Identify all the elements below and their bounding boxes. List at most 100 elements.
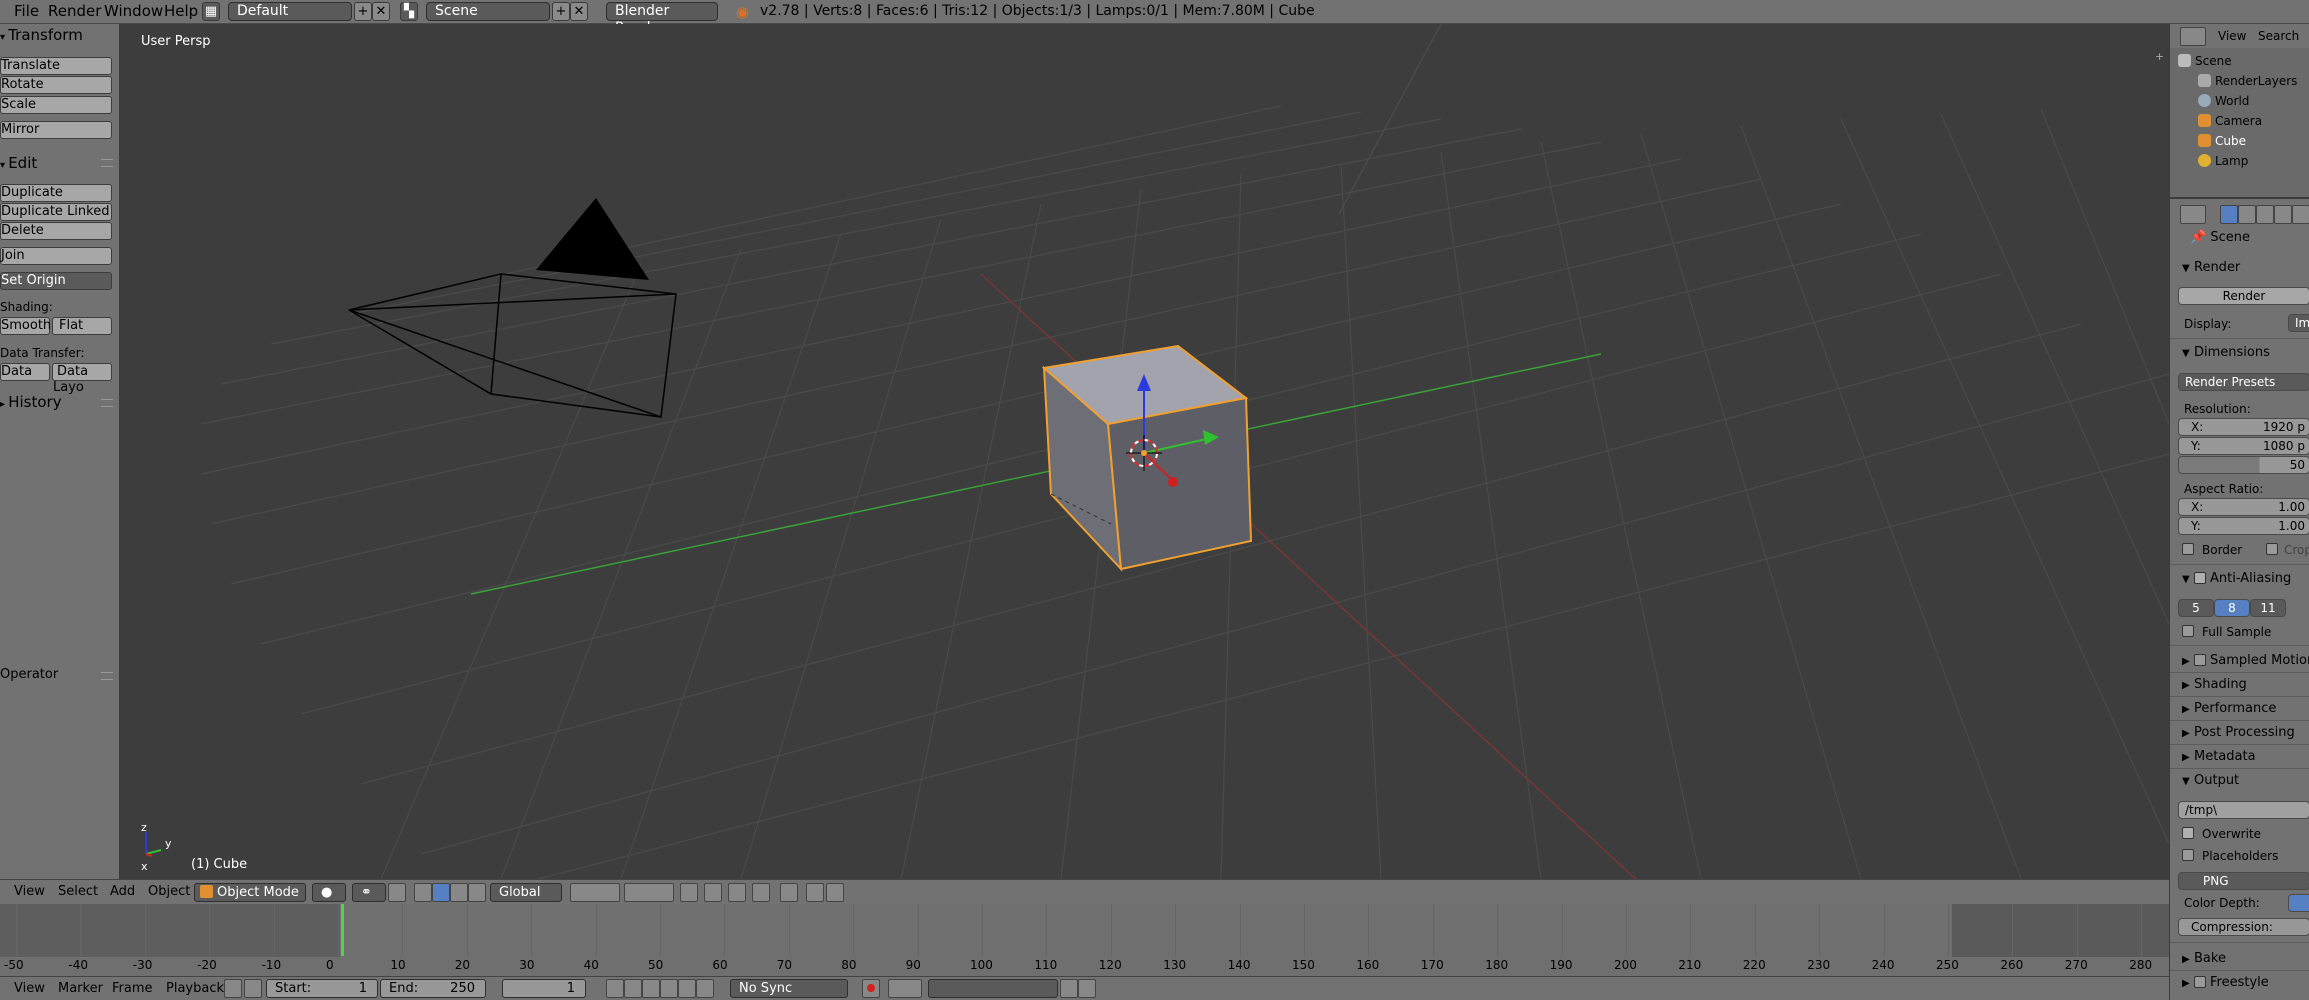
file-format-select[interactable]: PNG bbox=[2178, 872, 2309, 890]
proportional-edit-icon[interactable] bbox=[704, 883, 722, 902]
preview-range-icon[interactable] bbox=[224, 979, 242, 998]
opengl-anim-render-icon[interactable] bbox=[806, 883, 824, 902]
jump-start-icon[interactable] bbox=[606, 979, 624, 998]
current-frame-field[interactable]: 1 bbox=[502, 979, 586, 998]
resolution-y-field[interactable]: Y: 1080 p bbox=[2178, 437, 2309, 455]
prev-keyframe-icon[interactable] bbox=[624, 979, 642, 998]
join-button[interactable]: Join bbox=[0, 247, 112, 265]
rotate-button[interactable]: Rotate bbox=[0, 76, 112, 94]
timeline-frame-menu[interactable]: Frame bbox=[112, 981, 153, 996]
crop-checkbox[interactable] bbox=[2266, 543, 2278, 555]
bake-panel-header[interactable]: ▶ Bake bbox=[2182, 951, 2226, 966]
lock-layers-icon[interactable] bbox=[680, 883, 698, 902]
outliner-cube[interactable]: Cube bbox=[2198, 134, 2246, 148]
viewport-canvas[interactable]: y x z bbox=[121, 24, 2169, 879]
output-path-field[interactable]: /tmp\ bbox=[2178, 801, 2309, 819]
smooth-button[interactable]: Smooth bbox=[0, 317, 51, 335]
outliner-view-menu[interactable]: View bbox=[2218, 29, 2246, 43]
3d-viewport[interactable]: y x z User Persp (1) Cube + bbox=[121, 24, 2169, 879]
panel-grip-icon[interactable] bbox=[101, 159, 113, 167]
outliner-scene[interactable]: Scene bbox=[2178, 54, 2232, 68]
aa-samples-11[interactable]: 11 bbox=[2250, 599, 2286, 617]
translate-manipulator-active-icon[interactable] bbox=[432, 883, 450, 902]
record-keyframe-icon[interactable] bbox=[862, 979, 880, 998]
outliner[interactable]: View Search Scene RenderLayers World Cam… bbox=[2170, 24, 2309, 199]
object-menu[interactable]: Object bbox=[148, 884, 190, 899]
transform-orientation-select[interactable]: Global bbox=[490, 883, 562, 902]
play-reverse-icon[interactable] bbox=[642, 979, 660, 998]
aa-samples-5[interactable]: 5 bbox=[2178, 599, 2214, 617]
next-keyframe-icon[interactable] bbox=[678, 979, 696, 998]
object-tab-icon[interactable] bbox=[2292, 205, 2309, 224]
motion-blur-checkbox[interactable] bbox=[2194, 654, 2206, 666]
camera-view-icon[interactable] bbox=[826, 883, 844, 902]
aspect-x-field[interactable]: X: 1.00 bbox=[2178, 498, 2309, 516]
timeline-editor[interactable]: -50 -40 -30 -20 -10 0 10 20 30 40 50 60 70 80 90 100 110… bbox=[0, 904, 2169, 978]
timeline-playback-menu[interactable]: Playback bbox=[166, 981, 224, 996]
edit-panel-header[interactable]: ▾ Edit bbox=[0, 154, 37, 172]
compression-slider[interactable]: Compression: bbox=[2178, 918, 2309, 936]
placeholders-checkbox[interactable] bbox=[2182, 849, 2194, 861]
menu-file[interactable]: File bbox=[14, 2, 39, 20]
render-panel-header[interactable]: ▼ Render bbox=[2182, 260, 2240, 275]
outliner-search-menu[interactable]: Search bbox=[2258, 29, 2299, 43]
render-engine-select[interactable]: Blender Render bbox=[606, 2, 718, 36]
end-frame-field[interactable]: End: 250 bbox=[380, 979, 486, 998]
overwrite-checkbox[interactable] bbox=[2182, 827, 2194, 839]
flat-button[interactable]: Flat bbox=[52, 317, 112, 335]
dimensions-panel-header[interactable]: ▼ Dimensions bbox=[2182, 345, 2270, 360]
duplicate-linked-button[interactable]: Duplicate Linked bbox=[0, 203, 112, 221]
render-button[interactable]: Render bbox=[2178, 287, 2309, 305]
duplicate-button[interactable]: Duplicate bbox=[0, 184, 112, 202]
pivot-point-select[interactable]: ⚭ bbox=[352, 883, 386, 902]
outliner-lamp[interactable]: Lamp bbox=[2198, 154, 2248, 168]
scale-button[interactable]: Scale bbox=[0, 96, 112, 114]
play-icon[interactable] bbox=[660, 979, 678, 998]
data-layout-button[interactable]: Data Layo bbox=[52, 363, 112, 395]
sampled-motion-blur-panel-header[interactable]: ▶Sampled Motion B bbox=[2182, 653, 2309, 668]
scene-field[interactable]: Scene bbox=[426, 2, 550, 21]
world-tab-icon[interactable] bbox=[2274, 205, 2292, 224]
manipulator-toggle-icon[interactable] bbox=[388, 883, 406, 902]
shading-panel-header[interactable]: ▶ Shading bbox=[2182, 677, 2247, 692]
set-origin-select[interactable]: Set Origin bbox=[0, 272, 112, 290]
timeline-view-menu[interactable]: View bbox=[14, 981, 45, 996]
resolution-x-field[interactable]: X: 1920 p bbox=[2178, 418, 2309, 436]
remove-layout-icon[interactable]: ✕ bbox=[372, 2, 390, 21]
render-tab-icon[interactable] bbox=[2220, 205, 2238, 224]
view-menu[interactable]: View bbox=[14, 884, 45, 899]
outliner-renderlayers[interactable]: RenderLayers bbox=[2198, 74, 2297, 88]
editor-type-icon[interactable] bbox=[2180, 27, 2206, 46]
anti-aliasing-checkbox[interactable] bbox=[2194, 572, 2206, 584]
snap-element-icon[interactable] bbox=[752, 883, 770, 902]
data-button[interactable]: Data bbox=[0, 363, 50, 381]
menu-window[interactable]: Window bbox=[104, 2, 163, 20]
freestyle-panel-header[interactable]: ▶ Freestyle bbox=[2182, 975, 2269, 990]
display-select[interactable]: Im bbox=[2288, 314, 2309, 332]
layers-grid-icon[interactable] bbox=[570, 883, 620, 902]
screen-layout-field[interactable]: Default bbox=[228, 2, 352, 21]
mirror-button[interactable]: Mirror bbox=[0, 121, 112, 139]
viewport-corner-plus-icon[interactable]: + bbox=[2155, 50, 2165, 63]
outliner-camera[interactable]: Camera bbox=[2198, 114, 2262, 128]
aa-samples-8[interactable]: 8 bbox=[2214, 599, 2250, 617]
timeline-marker-menu[interactable]: Marker bbox=[58, 981, 103, 996]
rotate-manipulator-icon[interactable] bbox=[450, 883, 468, 902]
translate-manipulator-icon[interactable] bbox=[414, 883, 432, 902]
viewport-shading-select[interactable]: ● bbox=[312, 883, 346, 902]
insert-keyframe-icon[interactable] bbox=[1060, 979, 1078, 998]
freestyle-checkbox[interactable] bbox=[2194, 976, 2206, 988]
anti-aliasing-panel-header[interactable]: ▼ Anti-Aliasing bbox=[2182, 571, 2291, 586]
delete-keyframe-icon[interactable] bbox=[1078, 979, 1096, 998]
screen-layout-icon[interactable]: ▦ bbox=[202, 2, 220, 21]
start-frame-field[interactable]: Start: 1 bbox=[266, 979, 378, 998]
panel-grip-icon[interactable] bbox=[101, 672, 113, 680]
aspect-y-field[interactable]: Y: 1.00 bbox=[2178, 517, 2309, 535]
lock-time-icon[interactable] bbox=[244, 979, 262, 998]
menu-render[interactable]: Render bbox=[48, 2, 101, 20]
keying-set-icon[interactable] bbox=[888, 979, 922, 998]
current-frame-marker[interactable] bbox=[341, 904, 344, 956]
render-layers-tab-icon[interactable] bbox=[2238, 205, 2256, 224]
performance-panel-header[interactable]: ▶ Performance bbox=[2182, 701, 2276, 716]
active-keying-set-field[interactable] bbox=[928, 979, 1058, 998]
